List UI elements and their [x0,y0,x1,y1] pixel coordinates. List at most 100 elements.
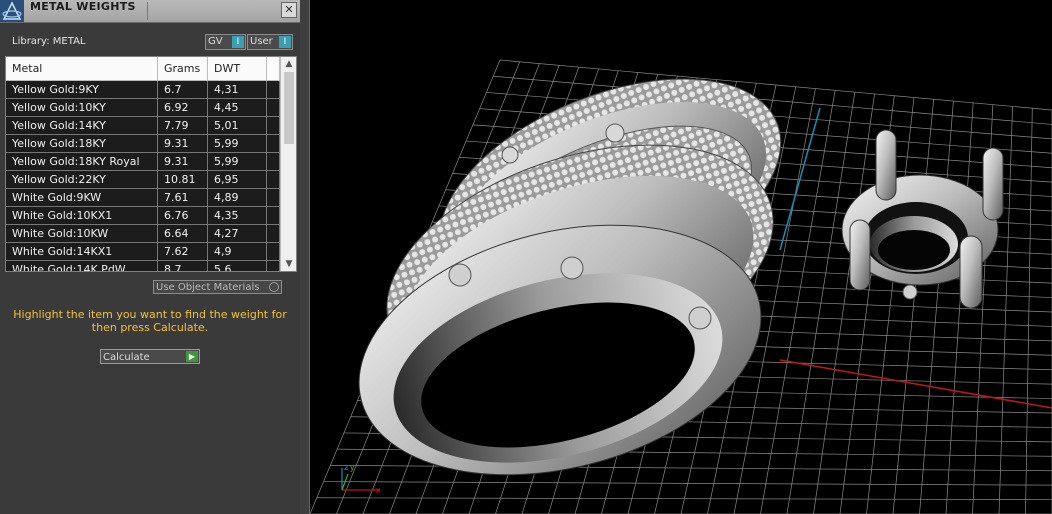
grid-line [892,99,935,514]
grams-cell: 7.61 [158,189,208,206]
title-divider [147,2,148,20]
table-row[interactable]: Yellow Gold:18KY 9.31 5,99 [6,135,280,153]
grams-cell: 6.76 [158,207,208,224]
calculate-label: Calculate [103,352,150,363]
grams-cell: 6.64 [158,225,208,242]
metal-cell: White Gold:14KX1 [6,243,158,260]
dwt-cell: 5,99 [208,153,267,170]
column-header-metal[interactable]: Metal [6,57,158,80]
blank-cell [267,117,280,134]
x-axis-label: x [376,485,381,495]
x-axis-line [779,359,1052,409]
dwt-cell: 5,99 [208,135,267,152]
table-row[interactable]: White Gold:9KW 7.61 4,89 [6,189,280,207]
dwt-cell: 4,9 [208,243,267,260]
grid-line [813,93,875,514]
blank-cell [267,135,280,152]
viewport-canvas: x y z [310,34,1052,514]
radio-icon [269,282,279,292]
table-row[interactable]: Yellow Gold:10KY 6.92 4,45 [6,99,280,117]
dwt-cell: 5,01 [208,117,267,134]
table-row[interactable]: Yellow Gold:22KY 10.81 6,95 [6,171,280,189]
grams-cell: 8.7 [158,261,208,271]
user-toggle[interactable]: User I [247,34,293,50]
dwt-cell: 4,89 [208,189,267,206]
column-header-dwt[interactable]: DWT [208,57,267,80]
panel-splitter[interactable] [300,0,310,514]
metal-cell: Yellow Gold:9KY [6,81,158,98]
grams-cell: 10.81 [158,171,208,188]
grams-cell: 6.92 [158,99,208,116]
y-axis-label: y [350,462,355,472]
metal-cell: White Gold:10KX1 [6,207,158,224]
grams-cell: 7.62 [158,243,208,260]
dwt-cell: 5,6 [208,261,267,271]
calculate-button[interactable]: Calculate ▶ [100,349,200,364]
metal-cell: Yellow Gold:10KY [6,99,158,116]
scroll-down-icon[interactable]: ▼ [281,257,296,271]
blank-cell [267,81,280,98]
prong-setting-model[interactable] [841,129,1004,309]
metal-cell: White Gold:9KW [6,189,158,206]
metal-cell: White Gold:10KW [6,225,158,242]
gv-toggle[interactable]: GV I [205,34,246,50]
dwt-cell: 4,35 [208,207,267,224]
grams-cell: 9.31 [158,135,208,152]
dwt-cell: 6,95 [208,171,267,188]
metal-cell: White Gold:14K PdW [6,261,158,271]
column-header-grams[interactable]: Grams [158,57,208,80]
grams-cell: 9.31 [158,153,208,170]
app-logo-icon [0,0,24,22]
gv-toggle-label: GV [208,36,223,47]
column-header-blank [267,57,280,80]
table-row[interactable]: Yellow Gold:14KY 7.79 5,01 [6,117,280,135]
metal-cell: Yellow Gold:14KY [6,117,158,134]
blank-cell [267,207,280,224]
library-label: Library: METAL [12,36,86,47]
blank-cell [267,153,280,170]
scrollbar-thumb[interactable] [284,72,294,144]
metal-table: Metal Grams DWT Yellow Gold:9KY 6.7 4,31 Ye… [5,56,297,272]
grid-line [786,92,856,514]
dwt-cell: 4,27 [208,225,267,242]
toggle-icon: I [279,36,291,48]
table-header: Metal Grams DWT [6,57,280,81]
use-object-materials-checkbox[interactable]: Use Object Materials [153,280,282,294]
blank-cell [267,189,280,206]
blank-cell [267,99,280,116]
grams-cell: 7.79 [158,117,208,134]
3d-viewport[interactable]: x y z [310,0,1052,514]
grid-line [919,101,954,514]
table-row[interactable]: White Gold:14KX1 7.62 4,9 [6,243,280,261]
blank-cell [267,225,280,242]
ring-model[interactable] [333,34,813,514]
table-body: Yellow Gold:9KY 6.7 4,31 Yellow Gold:10KY 6.… [6,81,280,271]
table-row[interactable]: Yellow Gold:9KY 6.7 4,31 [6,81,280,99]
dwt-cell: 4,31 [208,81,267,98]
blank-cell [267,171,280,188]
panel-title: METAL WEIGHTS [30,0,136,13]
toggle-icon: I [232,36,244,48]
axis-gizmo: x y z [341,462,381,495]
table-row[interactable]: Yellow Gold:18KY Royal 9.31 5,99 [6,153,280,171]
blank-cell [267,243,280,260]
table-row[interactable]: White Gold:10KW 6.64 4,27 [6,225,280,243]
z-axis-label: z [344,462,349,472]
instruction-text: Highlight the item you want to find the … [13,308,287,334]
user-toggle-label: User [250,36,273,47]
metal-weights-panel: METAL WEIGHTS ✕ Library: METAL GV I User… [0,0,300,514]
table-scrollbar[interactable]: ▲ ▼ [280,57,296,271]
metal-cell: Yellow Gold:18KY [6,135,158,152]
metal-cell: Yellow Gold:18KY Royal [6,153,158,170]
play-arrow-icon: ▶ [186,351,198,362]
grid-line [945,102,974,514]
scroll-up-icon[interactable]: ▲ [281,57,296,71]
metal-cell: Yellow Gold:22KY [6,171,158,188]
table-row[interactable]: White Gold:14K PdW 8.7 5,6 [6,261,280,271]
close-button[interactable]: ✕ [281,2,297,18]
table-row[interactable]: White Gold:10KX1 6.76 4,35 [6,207,280,225]
use-object-materials-label: Use Object Materials [156,282,260,293]
panel-titlebar: METAL WEIGHTS ✕ [0,0,300,23]
dwt-cell: 4,45 [208,99,267,116]
grams-cell: 6.7 [158,81,208,98]
